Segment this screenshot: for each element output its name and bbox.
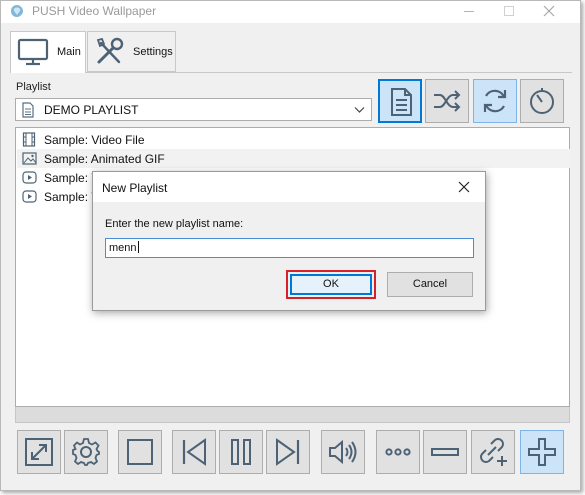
document-icon — [21, 102, 35, 121]
fullscreen-icon — [25, 438, 53, 466]
tab-settings-label: Settings — [133, 46, 173, 58]
app-logo-icon — [9, 3, 25, 19]
volume-icon — [329, 439, 357, 465]
cancel-button[interactable]: Cancel — [387, 272, 473, 297]
film-icon — [22, 132, 36, 150]
volume-button[interactable] — [321, 430, 365, 474]
maximize-button[interactable] — [488, 1, 532, 23]
stop-button[interactable] — [118, 430, 162, 474]
text-caret — [137, 241, 139, 253]
minimize-button[interactable] — [448, 1, 492, 23]
remove-icon — [431, 448, 459, 456]
add-button[interactable] — [520, 430, 564, 474]
dialog-close-button[interactable] — [443, 172, 485, 202]
ok-button[interactable]: OK — [290, 274, 372, 295]
close-icon — [458, 181, 470, 193]
next-icon — [276, 438, 300, 466]
tab-settings[interactable]: Settings — [87, 31, 176, 72]
repeat-button[interactable] — [473, 79, 517, 123]
shuffle-button[interactable] — [425, 79, 469, 123]
timer-button[interactable] — [520, 79, 564, 123]
close-button[interactable] — [528, 1, 572, 23]
more-icon — [385, 448, 411, 456]
window-title: PUSH Video Wallpaper — [32, 4, 157, 18]
list-item-label: Sample: Y — [44, 171, 100, 185]
pause-icon — [231, 439, 251, 465]
monitor-icon — [16, 37, 52, 70]
pause-button[interactable] — [219, 430, 263, 474]
list-item[interactable]: Sample: Animated GIF — [17, 149, 570, 168]
shuffle-icon — [434, 90, 461, 112]
settings-button[interactable] — [64, 430, 108, 474]
fullscreen-button[interactable] — [17, 430, 61, 474]
playlist-document-icon — [391, 88, 412, 116]
add-url-button[interactable] — [471, 430, 515, 474]
playlist-dropdown-value: DEMO PLAYLIST — [44, 103, 139, 117]
playlist-name-input-value: menn — [109, 242, 137, 254]
remove-button[interactable] — [423, 430, 467, 474]
tab-main-label: Main — [57, 46, 81, 58]
title-bar: PUSH Video Wallpaper — [1, 1, 580, 23]
youtube-icon — [22, 170, 37, 188]
playlist-label: Playlist — [16, 81, 51, 93]
ok-highlight-box: OK — [286, 270, 376, 299]
dialog-prompt: Enter the new playlist name: — [105, 218, 244, 230]
dialog-title: New Playlist — [102, 181, 168, 195]
image-icon — [22, 151, 37, 169]
next-button[interactable] — [266, 430, 310, 474]
tools-icon — [93, 35, 127, 72]
previous-icon — [182, 438, 206, 466]
dialog-title-bar: New Playlist — [93, 172, 485, 202]
add-url-icon — [480, 438, 507, 466]
previous-button[interactable] — [172, 430, 216, 474]
timer-icon — [530, 88, 554, 114]
playlist-name-input[interactable]: menn — [105, 238, 474, 258]
list-item-label: Sample: Video File — [44, 133, 145, 147]
playlist-dropdown[interactable]: DEMO PLAYLIST — [15, 98, 372, 121]
list-item[interactable]: Sample: Video File — [17, 130, 570, 149]
list-item-label: Sample: Y — [44, 190, 100, 204]
new-playlist-dialog: New Playlist Enter the new playlist name… — [92, 171, 486, 311]
tab-main[interactable]: Main — [10, 31, 86, 73]
more-button[interactable] — [376, 430, 420, 474]
add-icon — [528, 438, 556, 466]
app-window: PUSH Video Wallpaper Main Settings Playl… — [0, 0, 581, 491]
youtube-icon — [22, 189, 37, 207]
stop-icon — [127, 439, 153, 465]
settings-gear-icon — [72, 438, 100, 466]
playlist-manage-button[interactable] — [378, 79, 422, 123]
chevron-down-icon — [354, 104, 365, 118]
horizontal-scrollbar[interactable] — [15, 407, 570, 423]
list-item-label: Sample: Animated GIF — [44, 152, 165, 166]
repeat-icon — [483, 89, 507, 113]
